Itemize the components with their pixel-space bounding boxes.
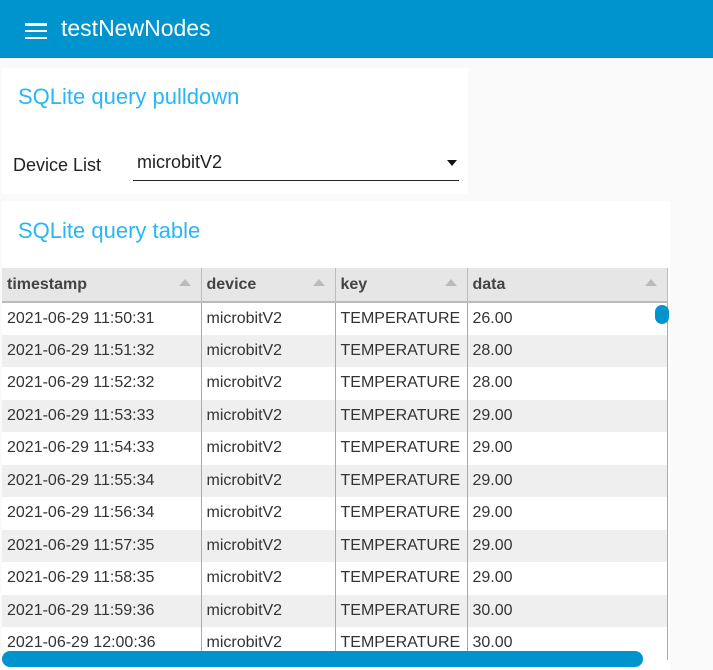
cell-data: 28.00 <box>467 367 668 400</box>
cell-timestamp: 2021-06-29 11:55:34 <box>2 464 202 497</box>
cell-device: microbitV2 <box>201 302 336 335</box>
cell-data: 30.00 <box>467 594 668 627</box>
cell-device: microbitV2 <box>201 367 336 400</box>
sort-arrow-icon[interactable] <box>312 279 325 286</box>
vertical-scrollbar[interactable] <box>655 305 669 324</box>
table-row[interactable]: 2021-06-29 11:50:31 microbitV2 TEMPERATURE… <box>2 302 668 335</box>
cell-device: microbitV2 <box>201 399 336 432</box>
table-row[interactable]: 2021-06-29 11:51:32 microbitV2 TEMPERATURE… <box>2 334 668 367</box>
table-row[interactable]: 2021-06-29 11:58:35 microbitV2 TEMPERATURE… <box>2 562 668 595</box>
table-row[interactable]: 2021-06-29 11:54:33 microbitV2 TEMPERATURE… <box>2 432 668 465</box>
cell-key: TEMPERATURE <box>335 367 468 400</box>
cell-key: TEMPERATURE <box>335 594 468 627</box>
cell-device: microbitV2 <box>201 464 336 497</box>
table-row[interactable]: 2021-06-29 11:57:35 microbitV2 TEMPERATURE… <box>2 529 668 562</box>
cell-data: 29.00 <box>467 562 668 595</box>
cell-timestamp: 2021-06-29 11:52:32 <box>2 367 202 400</box>
cell-timestamp: 2021-06-29 11:58:35 <box>2 562 202 595</box>
cell-data: 29.00 <box>467 432 668 465</box>
cell-device: microbitV2 <box>201 529 336 562</box>
cell-key: TEMPERATURE <box>335 464 468 497</box>
cell-key: TEMPERATURE <box>335 302 468 335</box>
column-header-label: data <box>472 275 506 293</box>
hamburger-icon[interactable] <box>25 23 47 39</box>
caret-down-icon <box>447 160 457 166</box>
cell-timestamp: 2021-06-29 11:50:31 <box>2 302 202 335</box>
column-header-label: key <box>340 275 368 293</box>
cell-device: microbitV2 <box>201 562 336 595</box>
column-header-key[interactable]: key <box>335 268 468 303</box>
table-row[interactable]: 2021-06-29 11:53:33 microbitV2 TEMPERATURE… <box>2 399 668 432</box>
column-header-timestamp[interactable]: timestamp <box>2 268 202 303</box>
query-table: timestamp device key data 2021-06-29 11:50:… <box>2 268 668 660</box>
cell-key: TEMPERATURE <box>335 497 468 530</box>
cell-key: TEMPERATURE <box>335 432 468 465</box>
table-row[interactable]: 2021-06-29 11:59:36 microbitV2 TEMPERATURE… <box>2 594 668 627</box>
cell-device: microbitV2 <box>201 334 336 367</box>
cell-timestamp: 2021-06-29 11:51:32 <box>2 334 202 367</box>
cell-key: TEMPERATURE <box>335 529 468 562</box>
sort-arrow-icon[interactable] <box>444 279 457 286</box>
cell-key: TEMPERATURE <box>335 562 468 595</box>
cell-timestamp: 2021-06-29 11:56:34 <box>2 497 202 530</box>
column-header-label: timestamp <box>7 275 88 293</box>
cell-timestamp: 2021-06-29 11:54:33 <box>2 432 202 465</box>
cell-device: microbitV2 <box>201 594 336 627</box>
cell-data: 29.00 <box>467 497 668 530</box>
cell-device: microbitV2 <box>201 432 336 465</box>
cell-device: microbitV2 <box>201 497 336 530</box>
column-header-data[interactable]: data <box>467 268 668 303</box>
table-row[interactable]: 2021-06-29 11:56:34 microbitV2 TEMPERATURE… <box>2 497 668 530</box>
cell-key: TEMPERATURE <box>335 334 468 367</box>
cell-timestamp: 2021-06-29 11:59:36 <box>2 594 202 627</box>
cell-key: TEMPERATURE <box>335 399 468 432</box>
sort-arrow-icon[interactable] <box>178 279 191 286</box>
sort-arrow-icon[interactable] <box>644 279 657 286</box>
cell-data: 26.00 <box>467 302 668 335</box>
app-title: testNewNodes <box>61 15 211 41</box>
column-header-label: device <box>206 275 257 293</box>
cell-timestamp: 2021-06-29 11:53:33 <box>2 399 202 432</box>
table-card: SQLite query table timestamp device key dat… <box>2 201 670 670</box>
device-list-label: Device List <box>13 155 102 175</box>
table-card-title: SQLite query table <box>18 218 201 243</box>
device-list-value: microbitV2 <box>137 152 223 172</box>
app-header: testNewNodes <box>0 0 713 58</box>
horizontal-scrollbar[interactable] <box>2 651 643 667</box>
column-header-device[interactable]: device <box>201 268 336 303</box>
cell-data: 29.00 <box>467 399 668 432</box>
pulldown-card: SQLite query pulldown Device List microb… <box>2 68 468 194</box>
cell-timestamp: 2021-06-29 11:57:35 <box>2 529 202 562</box>
cell-data: 29.00 <box>467 464 668 497</box>
cell-data: 29.00 <box>467 529 668 562</box>
pulldown-card-title: SQLite query pulldown <box>18 84 240 109</box>
table-row[interactable]: 2021-06-29 11:52:32 microbitV2 TEMPERATURE… <box>2 367 668 400</box>
device-list-select[interactable]: microbitV2 <box>133 152 459 181</box>
cell-data: 28.00 <box>467 334 668 367</box>
table-row[interactable]: 2021-06-29 11:55:34 microbitV2 TEMPERATURE… <box>2 464 668 497</box>
